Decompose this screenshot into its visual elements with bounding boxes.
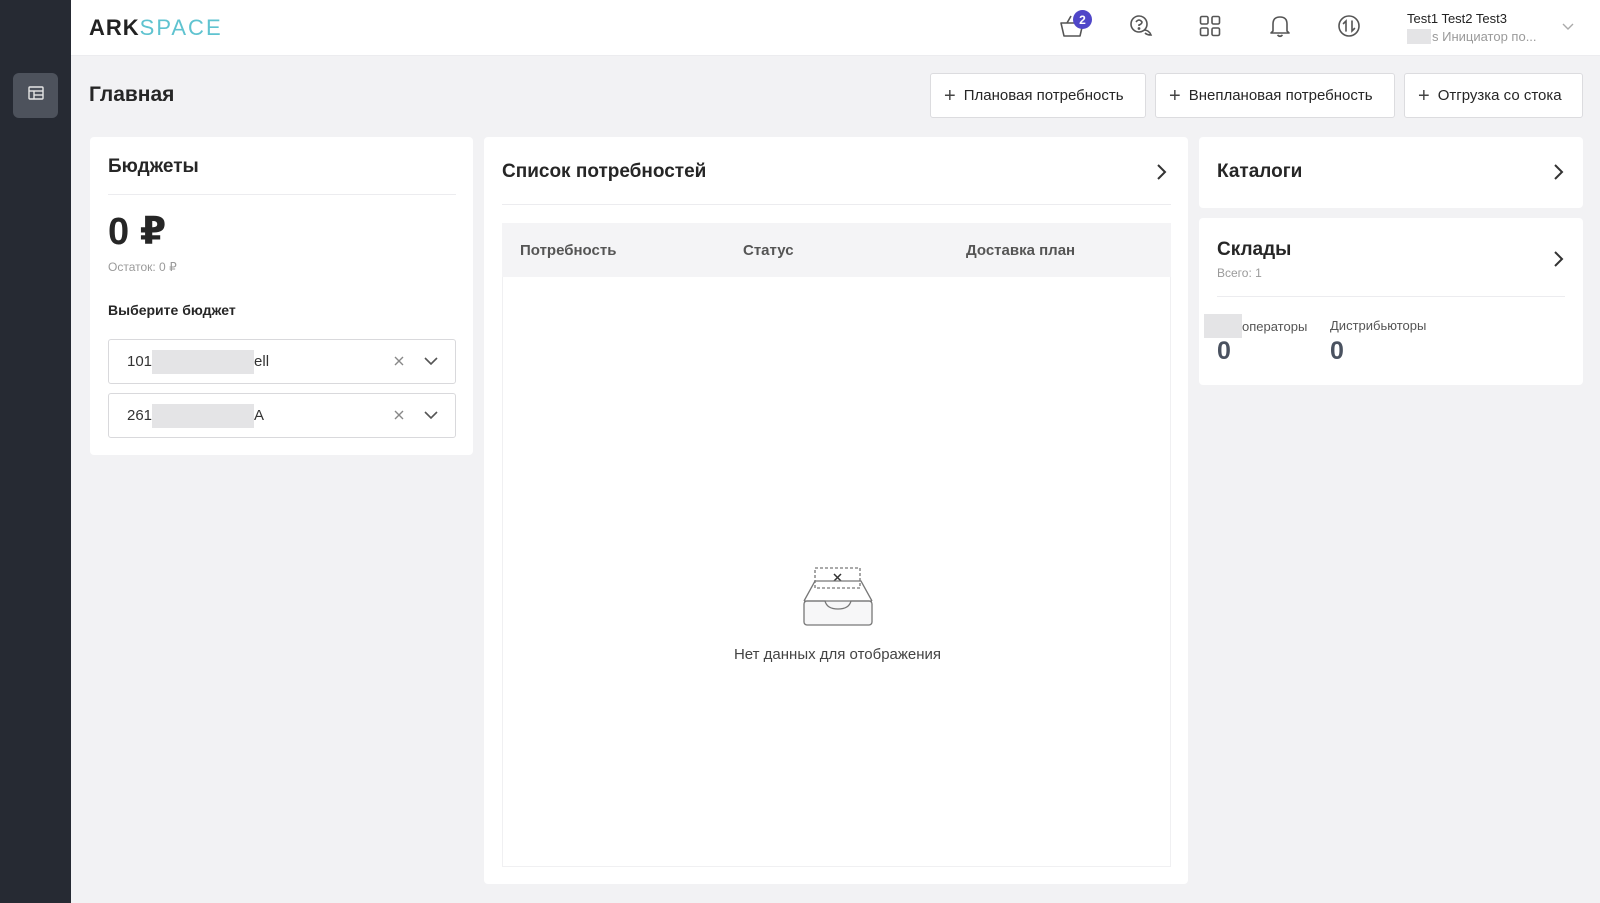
- budgets-card: Бюджеты 0 ₽ Остаток: 0 ₽ Выберите бюджет…: [90, 137, 473, 455]
- chat-question-icon: [1128, 14, 1154, 43]
- budget-select-1[interactable]: 101 ell: [108, 339, 456, 384]
- operators-label: операторы: [1204, 314, 1307, 338]
- stock-shipment-button[interactable]: + Отгрузка со стока: [1404, 73, 1583, 118]
- catalogs-card[interactable]: Каталоги: [1199, 137, 1583, 208]
- needs-table-body: Нет данных для отображения: [502, 277, 1171, 867]
- chevron-down-icon[interactable]: [423, 354, 439, 372]
- empty-state-text: Нет данных для отображения: [733, 646, 942, 663]
- chevron-right-icon[interactable]: [1154, 162, 1168, 187]
- clear-icon[interactable]: [391, 353, 407, 373]
- warehouses-title: Склады: [1217, 239, 1292, 260]
- clear-icon[interactable]: [391, 407, 407, 427]
- plus-icon: +: [1418, 84, 1430, 107]
- page-title: Главная: [89, 83, 175, 106]
- cart-button[interactable]: 2: [1056, 10, 1092, 44]
- select-value: 261 A: [127, 403, 264, 428]
- distributors-count: 0: [1330, 337, 1344, 365]
- redacted-block: [1204, 314, 1242, 338]
- budget-amount: 0 ₽: [108, 211, 167, 253]
- redacted-block: [152, 349, 255, 374]
- topbar: ARKSPACE 2 Test1 Test2 Test3 s Инициатор…: [71, 0, 1600, 56]
- plus-icon: +: [944, 84, 956, 107]
- distributors-label: Дистрибьюторы: [1330, 318, 1427, 333]
- operators-count: 0: [1217, 337, 1231, 365]
- user-name: Test1 Test2 Test3: [1407, 11, 1507, 26]
- user-menu[interactable]: Test1 Test2 Test3 s Инициатор по...: [1407, 11, 1567, 44]
- notifications-button[interactable]: [1264, 12, 1296, 44]
- needs-list-card: Список потребностей Потребность Статус Д…: [484, 137, 1188, 884]
- warehouses-card: Склады Всего: 1 операторы 0 Дистрибьютор…: [1199, 218, 1583, 385]
- budget-remainder: Остаток: 0 ₽: [108, 260, 177, 274]
- grid-icon: [1199, 15, 1221, 42]
- chevron-right-icon[interactable]: [1551, 249, 1565, 274]
- needs-table-header: Потребность Статус Доставка план: [502, 223, 1171, 277]
- logo[interactable]: ARKSPACE: [89, 15, 223, 41]
- add-unplanned-need-button[interactable]: + Внеплановая потребность: [1155, 73, 1395, 118]
- user-role: s Инициатор по...: [1407, 29, 1567, 44]
- choose-budget-label: Выберите бюджет: [108, 302, 236, 318]
- warehouses-total: Всего: 1: [1217, 266, 1262, 280]
- empty-inbox-icon: [801, 567, 875, 632]
- budget-select-2[interactable]: 261 A: [108, 393, 456, 438]
- bell-icon: [1269, 14, 1291, 43]
- cart-badge: 2: [1073, 10, 1092, 29]
- add-planned-need-button[interactable]: + Плановая потребность: [930, 73, 1146, 118]
- divider: [502, 204, 1171, 205]
- divider: [108, 194, 456, 195]
- swap-circle-icon: [1337, 14, 1361, 43]
- chevron-down-icon[interactable]: [423, 408, 439, 426]
- chevron-down-icon[interactable]: [1561, 18, 1575, 36]
- switch-role-button[interactable]: [1333, 12, 1365, 44]
- column-header-need[interactable]: Потребность: [520, 242, 616, 259]
- column-header-status[interactable]: Статус: [743, 242, 794, 259]
- redacted-block: [152, 403, 255, 428]
- budgets-title: Бюджеты: [108, 156, 199, 177]
- divider: [1217, 296, 1565, 297]
- column-header-delivery-plan[interactable]: Доставка план: [966, 242, 1075, 259]
- redacted-block: [1407, 29, 1431, 44]
- sidebar-item-dashboard[interactable]: [13, 73, 58, 118]
- sidebar: [0, 0, 71, 903]
- plus-icon: +: [1169, 84, 1181, 107]
- table-icon: [27, 86, 44, 105]
- needs-list-title: Список потребностей: [502, 161, 707, 182]
- support-chat-button[interactable]: [1125, 12, 1157, 44]
- apps-button[interactable]: [1194, 12, 1226, 44]
- chevron-right-icon[interactable]: [1551, 162, 1565, 187]
- select-value: 101 ell: [127, 349, 269, 374]
- catalogs-title: Каталоги: [1217, 161, 1303, 182]
